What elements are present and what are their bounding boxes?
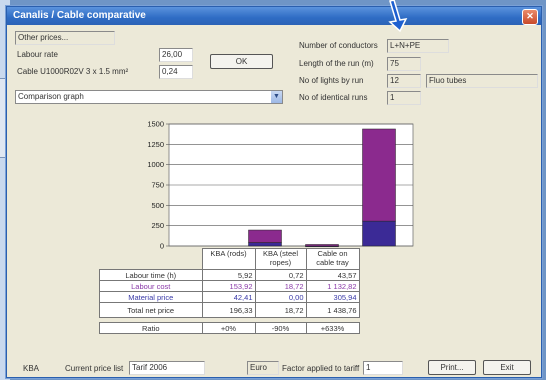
bar-segment bbox=[305, 244, 339, 247]
cell: 1 438,76 bbox=[305, 302, 360, 318]
cell: 42,41 bbox=[201, 291, 256, 303]
length-field: 75 bbox=[387, 57, 421, 71]
cell: +633% bbox=[305, 322, 360, 334]
labour-rate-input[interactable]: 26,00 bbox=[159, 48, 193, 62]
cell: +0% bbox=[201, 322, 256, 334]
length-label: Length of the run (m) bbox=[299, 59, 374, 68]
cell: 153,92 bbox=[201, 280, 256, 292]
bar-segment bbox=[248, 242, 282, 247]
header-kba-rods: KBA (rods) bbox=[201, 248, 256, 270]
labour-rate-label: Labour rate bbox=[17, 50, 58, 59]
cell: 5,92 bbox=[201, 269, 256, 281]
title-bar[interactable]: Canalis / Cable comparative ✕ bbox=[7, 7, 541, 25]
lights-label: No of lights by run bbox=[299, 76, 364, 85]
comparison-table: KBA (rods) KBA (steel ropes) Cable on ca… bbox=[99, 248, 360, 334]
row-label: Total net price bbox=[99, 302, 203, 318]
cell: 1 132,82 bbox=[305, 280, 360, 292]
row-label: Material price bbox=[99, 291, 203, 303]
price-list-field[interactable]: Tarif 2006 bbox=[129, 361, 205, 375]
print-button[interactable]: Print... bbox=[428, 360, 476, 375]
table-row: Total net price 196,33 18,72 1 438,76 bbox=[99, 302, 360, 318]
factor-input[interactable]: 1 bbox=[363, 361, 403, 375]
conductors-field: L+N+PE bbox=[387, 39, 449, 53]
cell: 196,33 bbox=[201, 302, 256, 318]
y-tick-label: 1500 bbox=[147, 120, 164, 129]
currency-field: Euro bbox=[247, 361, 279, 375]
row-label: Labour cost bbox=[99, 280, 203, 292]
cable-price-input[interactable]: 0,24 bbox=[159, 65, 193, 79]
row-label: Labour time (h) bbox=[99, 269, 203, 281]
table-row: Material price 42,41 0,00 305,94 bbox=[99, 291, 360, 303]
bar-segment bbox=[362, 128, 396, 222]
cell: 18,72 bbox=[254, 302, 307, 318]
y-tick-label: 500 bbox=[151, 201, 164, 210]
chevron-down-icon[interactable]: ▼ bbox=[271, 91, 282, 103]
price-list-label: Current price list bbox=[65, 364, 124, 373]
lights-field: 12 bbox=[387, 74, 421, 88]
cable-comparative-window: Canalis / Cable comparative ✕ Other pric… bbox=[6, 6, 542, 378]
cable-label: Cable U1000R02V 3 x 1.5 mm² bbox=[17, 67, 129, 76]
factor-label: Factor applied to tariff bbox=[282, 364, 360, 373]
header-kba-ropes: KBA (steel ropes) bbox=[254, 248, 307, 270]
cell: 43,57 bbox=[305, 269, 360, 281]
y-tick-label: 750 bbox=[151, 181, 164, 190]
table-row: Labour cost 153,92 18,72 1 132,82 bbox=[99, 280, 360, 292]
ok-button[interactable]: OK bbox=[210, 54, 273, 69]
comparison-chart: 0250500750100012501500 bbox=[147, 120, 414, 251]
cell: -90% bbox=[254, 322, 307, 334]
exit-button[interactable]: Exit bbox=[483, 360, 531, 375]
lights-type-field: Fluo tubes bbox=[426, 74, 538, 88]
y-tick-label: 1250 bbox=[147, 140, 164, 149]
bar-segment bbox=[362, 220, 396, 247]
cell: 0,00 bbox=[254, 291, 307, 303]
cell: 0,72 bbox=[254, 269, 307, 281]
header-cable-tray: Cable on cable tray bbox=[305, 248, 360, 270]
ratio-row: Ratio +0% -90% +633% bbox=[99, 322, 360, 334]
ratio-label: Ratio bbox=[99, 322, 203, 334]
bar-segment bbox=[248, 229, 282, 243]
pointer-arrow-icon bbox=[388, 0, 408, 32]
runs-field: 1 bbox=[387, 91, 421, 105]
cell: 305,94 bbox=[305, 291, 360, 303]
display-select[interactable]: Comparison graph ▼ bbox=[15, 90, 283, 104]
y-tick-label: 1000 bbox=[147, 160, 164, 169]
cell: 18,72 bbox=[254, 280, 307, 292]
table-row: Labour time (h) 5,92 0,72 43,57 bbox=[99, 269, 360, 281]
display-select-value: Comparison graph bbox=[18, 92, 84, 101]
conductors-label: Number of conductors bbox=[299, 41, 378, 50]
window-title: Canalis / Cable comparative bbox=[13, 10, 146, 21]
close-button[interactable]: ✕ bbox=[522, 9, 538, 25]
table-header-row: KBA (rods) KBA (steel ropes) Cable on ca… bbox=[100, 248, 360, 270]
y-tick-label: 250 bbox=[151, 221, 164, 230]
product-label: KBA bbox=[23, 364, 40, 373]
other-prices-button[interactable]: Other prices... bbox=[15, 31, 115, 45]
runs-label: No of identical runs bbox=[299, 93, 368, 102]
close-icon: ✕ bbox=[526, 11, 534, 21]
